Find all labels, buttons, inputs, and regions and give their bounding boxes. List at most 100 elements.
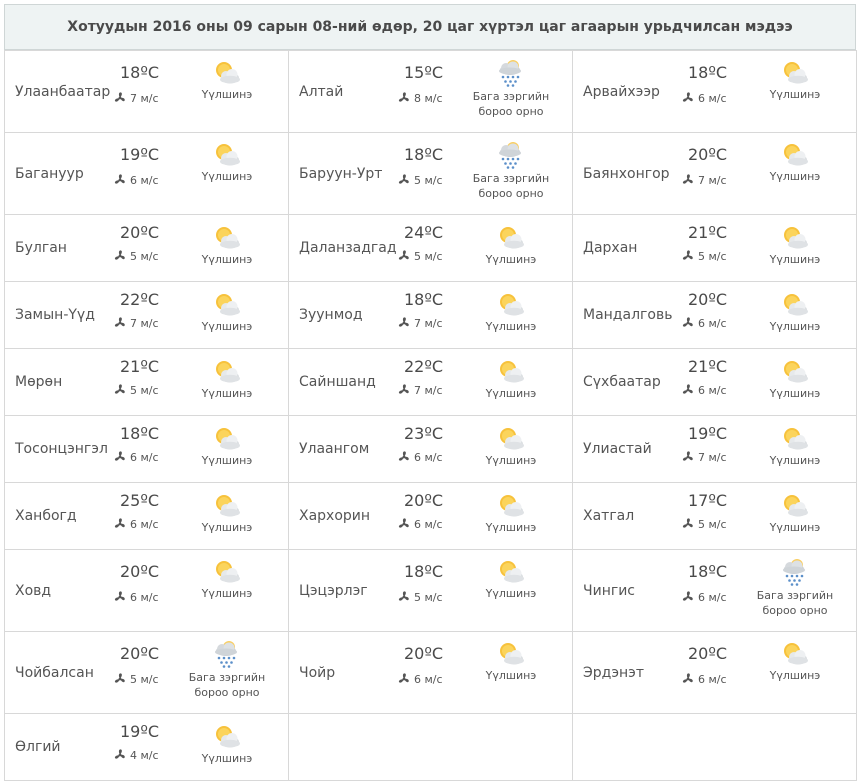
- partly-cloudy-icon: [743, 424, 847, 452]
- wind-speed: 6 м/с: [681, 590, 727, 604]
- empty-cell: [572, 713, 857, 781]
- weather-condition: Бага зэргийн бороо орно: [459, 140, 563, 201]
- partly-cloudy-icon: [175, 357, 279, 385]
- light-rain-icon: [459, 58, 563, 88]
- weather-condition: Үүлшинэ: [175, 557, 279, 601]
- weather-condition: Үүлшинэ: [743, 357, 847, 401]
- weather-condition: Үүлшинэ: [175, 424, 279, 468]
- condition-label: Үүлшинэ: [769, 669, 821, 682]
- condition-label: Үүлшинэ: [485, 521, 537, 534]
- wind-speed-value: 7 м/с: [414, 316, 443, 330]
- weather-condition: Үүлшинэ: [175, 290, 279, 334]
- condition-label: Бага зэргийн бороо орно: [472, 172, 550, 200]
- wind-speed: 7 м/с: [113, 316, 159, 330]
- condition-label: Үүлшинэ: [769, 320, 821, 333]
- wind-speed-value: 6 м/с: [414, 672, 443, 686]
- weather-condition: Үүлшинэ: [459, 491, 563, 535]
- wind-speed: 5 м/с: [397, 590, 443, 604]
- city-name: Ханбогд: [15, 508, 77, 524]
- city-name: Хатгал: [583, 508, 635, 524]
- forecast-row: Улаанбаатар 18ºC 7 м/с Үүлшинэ Алтай 15º…: [4, 50, 857, 133]
- wind-speed-value: 6 м/с: [698, 316, 727, 330]
- weather-condition: Үүлшинэ: [743, 140, 847, 184]
- wind-speed: 5 м/с: [397, 249, 443, 263]
- wind-speed-value: 7 м/с: [414, 383, 443, 397]
- temperature: 20ºC: [120, 223, 160, 242]
- fan-icon: [681, 173, 698, 187]
- forecast-title: Хотуудын 2016 оны 09 сарын 08-ний өдөр, …: [4, 4, 856, 50]
- wind-speed-value: 5 м/с: [698, 249, 727, 263]
- temperature: 20ºC: [688, 290, 728, 309]
- city-forecast-cell: Дархан 21ºC 5 м/с Үүлшинэ: [572, 214, 857, 282]
- city-name: Даланзадгад: [299, 240, 397, 256]
- fan-icon: [397, 450, 414, 464]
- forecast-row: Мөрөн 21ºC 5 м/с Үүлшинэ Сайншанд 22ºC 7…: [4, 348, 857, 416]
- city-forecast-cell: Өлгий 19ºC 4 м/с Үүлшинэ: [4, 713, 289, 781]
- city-forecast-cell: Замын-Үүд 22ºC 7 м/с Үүлшинэ: [4, 281, 289, 349]
- city-name: Сайншанд: [299, 374, 376, 390]
- weather-condition: Үүлшинэ: [743, 639, 847, 683]
- weather-condition: Бага зэргийн бороо орно: [743, 557, 847, 618]
- wind-speed: 6 м/с: [397, 450, 443, 464]
- city-name: Эрдэнэт: [583, 664, 645, 681]
- fan-icon: [397, 249, 414, 263]
- wind-speed: 5 м/с: [397, 173, 443, 187]
- city-name: Арвайхээр: [583, 83, 660, 100]
- temperature: 21ºC: [688, 357, 728, 376]
- city-name: Замын-Үүд: [15, 307, 95, 323]
- forecast-table: Улаанбаатар 18ºC 7 м/с Үүлшинэ Алтай 15º…: [4, 50, 857, 781]
- temperature: 18ºC: [120, 424, 160, 443]
- partly-cloudy-icon: [175, 140, 279, 168]
- partly-cloudy-icon: [459, 290, 563, 318]
- fan-icon: [113, 173, 130, 187]
- partly-cloudy-icon: [459, 357, 563, 385]
- weather-condition: Үүлшинэ: [743, 290, 847, 334]
- condition-label: Үүлшинэ: [769, 521, 821, 534]
- wind-speed-value: 7 м/с: [130, 91, 159, 105]
- partly-cloudy-icon: [743, 491, 847, 519]
- city-forecast-cell: Сүхбаатар 21ºC 6 м/с Үүлшинэ: [572, 348, 857, 416]
- city-name: Тосонцэнгэл: [15, 441, 108, 457]
- partly-cloudy-icon: [743, 357, 847, 385]
- wind-speed: 6 м/с: [397, 517, 443, 531]
- partly-cloudy-icon: [175, 722, 279, 750]
- city-name: Багануур: [15, 165, 84, 182]
- partly-cloudy-icon: [743, 58, 847, 86]
- weather-condition: Үүлшинэ: [459, 557, 563, 601]
- city-forecast-cell: Чингис 18ºC 6 м/с Бага зэргийн бороо орн…: [572, 549, 857, 632]
- city-name: Улаангом: [299, 441, 370, 457]
- temperature: 18ºC: [120, 63, 160, 82]
- temperature: 24ºC: [404, 223, 444, 242]
- fan-icon: [681, 590, 698, 604]
- weather-condition: Үүлшинэ: [175, 58, 279, 102]
- temperature: 25ºC: [120, 491, 160, 510]
- fan-icon: [397, 91, 414, 105]
- temperature: 19ºC: [120, 722, 160, 741]
- city-forecast-cell: Булган 20ºC 5 м/с Үүлшинэ: [4, 214, 289, 282]
- temperature: 18ºC: [688, 63, 728, 82]
- city-forecast-cell: Ханбогд 25ºC 6 м/с Үүлшинэ: [4, 482, 289, 550]
- fan-icon: [681, 672, 698, 686]
- weather-condition: Үүлшинэ: [459, 290, 563, 334]
- wind-speed-value: 6 м/с: [130, 450, 159, 464]
- partly-cloudy-icon: [459, 557, 563, 585]
- condition-label: Бага зэргийн бороо орно: [472, 90, 550, 118]
- wind-speed-value: 7 м/с: [130, 316, 159, 330]
- city-forecast-cell: Улаанбаатар 18ºC 7 м/с Үүлшинэ: [4, 50, 289, 133]
- wind-speed: 6 м/с: [397, 672, 443, 686]
- wind-speed-value: 6 м/с: [698, 672, 727, 686]
- partly-cloudy-icon: [175, 491, 279, 519]
- weather-condition: Бага зэргийн бороо орно: [175, 639, 279, 700]
- wind-speed: 8 м/с: [397, 91, 443, 105]
- city-forecast-cell: Ховд 20ºC 6 м/с Үүлшинэ: [4, 549, 289, 632]
- temperature: 20ºC: [404, 491, 444, 510]
- weather-condition: Бага зэргийн бороо орно: [459, 58, 563, 119]
- city-name: Мөрөн: [15, 374, 63, 390]
- temperature: 20ºC: [688, 644, 728, 663]
- fan-icon: [681, 517, 698, 531]
- temperature: 18ºC: [688, 562, 728, 581]
- wind-speed-value: 6 м/с: [414, 450, 443, 464]
- weather-condition: Үүлшинэ: [175, 223, 279, 267]
- wind-speed-value: 5 м/с: [698, 517, 727, 531]
- temperature: 20ºC: [404, 644, 444, 663]
